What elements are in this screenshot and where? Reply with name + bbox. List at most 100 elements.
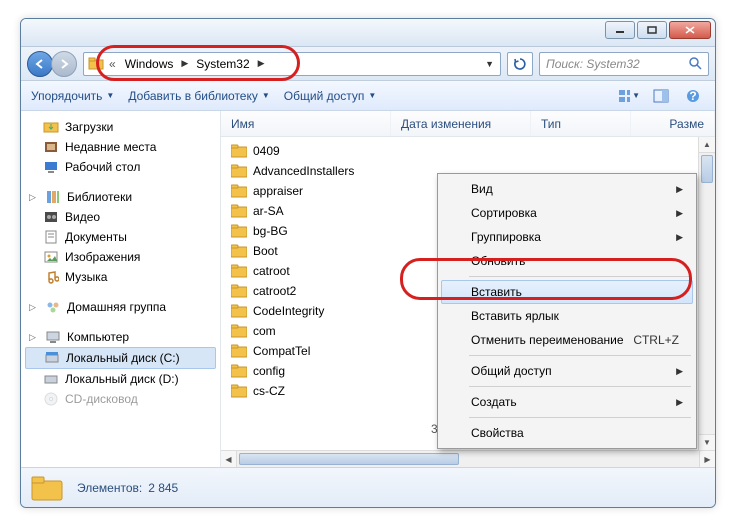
address-bar[interactable]: « Windows ▶ System32 ▶ ▼ xyxy=(83,52,501,76)
nav-bar: « Windows ▶ System32 ▶ ▼ Поиск: System32 xyxy=(21,47,715,81)
folder-icon xyxy=(231,144,247,158)
desktop-icon xyxy=(43,159,59,175)
context-view[interactable]: Вид▶ xyxy=(441,177,693,201)
organize-menu[interactable]: Упорядочить▼ xyxy=(31,89,114,103)
preview-pane-button[interactable] xyxy=(649,86,673,106)
folder-icon xyxy=(231,264,247,278)
context-new[interactable]: Создать▶ xyxy=(441,390,693,414)
submenu-arrow-icon: ▶ xyxy=(676,366,683,377)
folder-icon xyxy=(231,304,247,318)
context-properties[interactable]: Свойства xyxy=(441,421,693,445)
context-separator xyxy=(469,276,691,277)
file-name: config xyxy=(253,364,285,378)
folder-icon xyxy=(231,344,247,358)
context-separator xyxy=(469,417,691,418)
sidebar-desktop[interactable]: Рабочий стол xyxy=(25,157,216,177)
sidebar-videos[interactable]: Видео xyxy=(25,207,216,227)
file-name: cs-CZ xyxy=(253,384,285,398)
context-paste-shortcut[interactable]: Вставить ярлык xyxy=(441,304,693,328)
sidebar-drive-d[interactable]: Локальный диск (D:) xyxy=(25,369,216,389)
sidebar-music[interactable]: Музыка xyxy=(25,267,216,287)
homegroup-icon xyxy=(45,299,61,315)
column-date[interactable]: Дата изменения xyxy=(391,111,531,136)
sidebar-drive-cd[interactable]: CD-дисковод xyxy=(25,389,216,409)
minimize-button[interactable] xyxy=(605,21,635,39)
scroll-left-icon[interactable]: ◀ xyxy=(221,451,237,467)
music-icon xyxy=(43,269,59,285)
documents-icon xyxy=(43,229,59,245)
breadcrumb-root[interactable]: « xyxy=(106,57,119,71)
search-icon xyxy=(689,57,702,70)
share-menu[interactable]: Общий доступ▼ xyxy=(284,89,377,103)
sidebar-downloads[interactable]: Загрузки xyxy=(25,117,216,137)
sidebar-libraries[interactable]: ▷Библиотеки xyxy=(25,187,216,207)
chevron-right-icon[interactable]: ▶ xyxy=(179,58,190,69)
sidebar-drive-c[interactable]: Локальный диск (C:) xyxy=(25,347,216,369)
computer-icon xyxy=(45,329,61,345)
refresh-button[interactable] xyxy=(507,52,533,76)
drive-icon xyxy=(44,350,60,366)
breadcrumb-item[interactable]: System32 xyxy=(192,55,253,73)
close-button[interactable] xyxy=(669,21,711,39)
column-headers: Имя Дата изменения Тип Разме xyxy=(221,111,715,137)
sidebar-computer[interactable]: ▷Компьютер xyxy=(25,327,216,347)
shortcut-label: CTRL+Z xyxy=(633,333,679,347)
folder-icon xyxy=(231,384,247,398)
pictures-icon xyxy=(43,249,59,265)
column-size[interactable]: Разме xyxy=(631,111,715,136)
file-name: CompatTel xyxy=(253,344,310,358)
breadcrumb-item[interactable]: Windows xyxy=(121,55,178,73)
add-to-library-menu[interactable]: Добавить в библиотеку▼ xyxy=(128,89,269,103)
column-type[interactable]: Тип xyxy=(531,111,631,136)
folder-icon xyxy=(231,224,247,238)
status-items-count: 2 845 xyxy=(148,481,178,495)
vertical-scrollbar[interactable]: ▲ ▼ xyxy=(698,137,715,450)
address-dropdown-icon[interactable]: ▼ xyxy=(483,59,496,69)
chevron-right-icon[interactable]: ▶ xyxy=(256,58,267,69)
title-bar[interactable] xyxy=(21,19,715,47)
sidebar-recent-places[interactable]: Недавние места xyxy=(25,137,216,157)
search-input[interactable]: Поиск: System32 xyxy=(539,52,709,76)
list-item[interactable]: 0409 xyxy=(221,141,715,161)
nav-forward-button[interactable] xyxy=(51,51,77,77)
folder-icon xyxy=(231,244,247,258)
help-button[interactable]: ? xyxy=(681,86,705,106)
context-group[interactable]: Группировка▶ xyxy=(441,225,693,249)
horizontal-scrollbar[interactable]: ◀ ▶ xyxy=(221,450,715,467)
video-icon xyxy=(43,209,59,225)
sidebar-documents[interactable]: Документы xyxy=(25,227,216,247)
context-undo-rename[interactable]: Отменить переименованиеCTRL+Z xyxy=(441,328,693,352)
sidebar-homegroup[interactable]: ▷Домашняя группа xyxy=(25,297,216,317)
cd-icon xyxy=(43,391,59,407)
folder-icon xyxy=(88,56,104,72)
navigation-pane[interactable]: Загрузки Недавние места Рабочий стол ▷Би… xyxy=(21,111,221,467)
status-items-label: Элементов: xyxy=(77,481,142,495)
maximize-button[interactable] xyxy=(637,21,667,39)
file-name: com xyxy=(253,324,276,338)
context-share[interactable]: Общий доступ▶ xyxy=(441,359,693,383)
context-menu: Вид▶ Сортировка▶ Группировка▶ Обновить В… xyxy=(437,173,697,449)
nav-back-button[interactable] xyxy=(27,51,53,77)
submenu-arrow-icon: ▶ xyxy=(676,208,683,219)
file-name: ar-SA xyxy=(253,204,284,218)
file-name: AdvancedInstallers xyxy=(253,164,354,178)
change-view-button[interactable]: ▼ xyxy=(617,86,641,106)
downloads-icon xyxy=(43,119,59,135)
recent-icon xyxy=(43,139,59,155)
context-paste[interactable]: Вставить xyxy=(441,280,693,304)
folder-icon xyxy=(231,164,247,178)
column-name[interactable]: Имя xyxy=(221,111,391,136)
scroll-right-icon[interactable]: ▶ xyxy=(699,451,715,467)
sidebar-pictures[interactable]: Изображения xyxy=(25,247,216,267)
context-sort[interactable]: Сортировка▶ xyxy=(441,201,693,225)
scrollbar-thumb[interactable] xyxy=(701,155,713,183)
scroll-down-icon[interactable]: ▼ xyxy=(699,434,715,450)
scrollbar-thumb[interactable] xyxy=(239,453,459,465)
scroll-up-icon[interactable]: ▲ xyxy=(699,137,715,153)
file-name: catroot xyxy=(253,264,290,278)
file-name: Boot xyxy=(253,244,278,258)
folder-icon xyxy=(231,324,247,338)
context-refresh[interactable]: Обновить xyxy=(441,249,693,273)
file-name: CodeIntegrity xyxy=(253,304,324,318)
libraries-icon xyxy=(45,189,61,205)
